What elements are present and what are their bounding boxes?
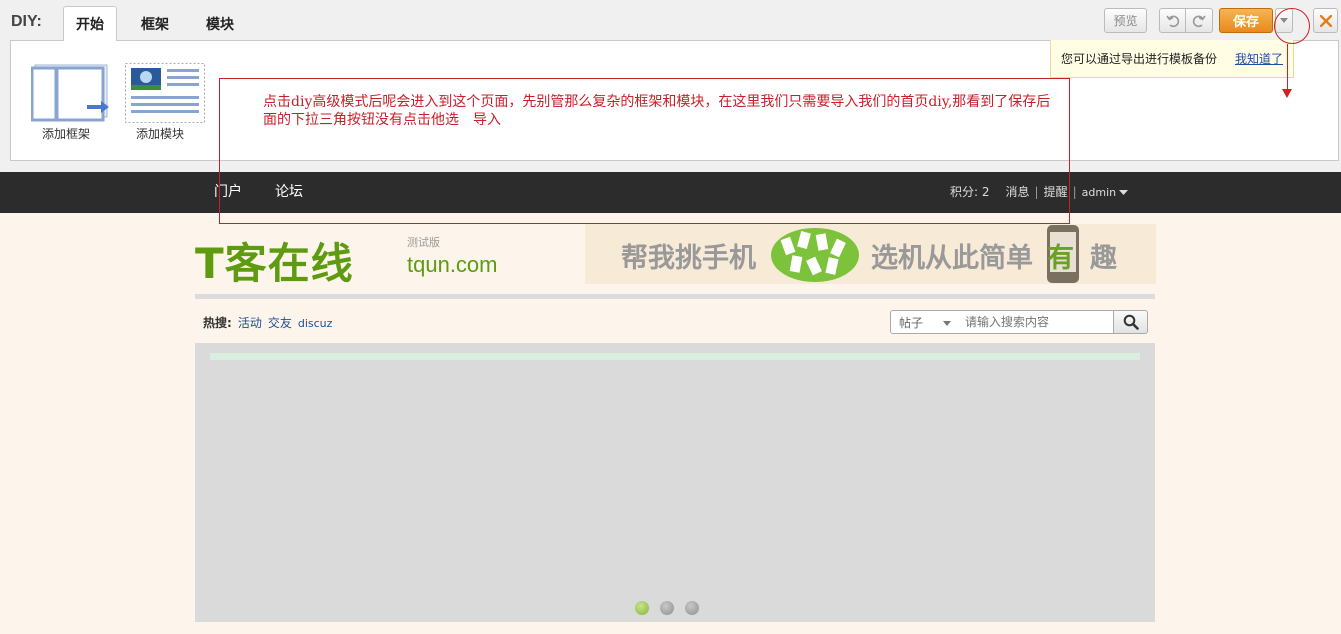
hot-link[interactable]: 交友 (268, 316, 292, 330)
undo-icon (1165, 15, 1179, 27)
annotation-circle (1274, 8, 1310, 44)
logo-domain: tqun.com (407, 252, 498, 277)
redo-icon (1192, 15, 1206, 27)
annotation-arrow (1287, 44, 1288, 90)
phone-cluster-icon (771, 228, 859, 282)
banner-text: 选机从此简单 (871, 243, 1033, 274)
tab-label: 框架 (141, 16, 169, 33)
caret-down-icon (1119, 189, 1129, 195)
tab-start[interactable]: 开始 (63, 6, 117, 41)
hot-link[interactable]: 活动 (238, 316, 262, 330)
logo-badge: 测试版 (407, 236, 440, 249)
redo-button[interactable] (1186, 8, 1213, 33)
close-button[interactable] (1313, 8, 1338, 33)
site-logo[interactable]: T客在线 测试版 tqun.com (195, 224, 515, 288)
preview-label: 预览 (1113, 14, 1138, 28)
search-icon (1123, 314, 1139, 330)
save-button[interactable]: 保存 (1219, 8, 1273, 33)
search-type-select[interactable]: 帖子 (899, 314, 923, 331)
annotation-arrow-head (1282, 89, 1292, 98)
tab-label: 模块 (206, 16, 234, 33)
search-input[interactable] (963, 313, 1109, 331)
add-frame-label: 添加框架 (41, 127, 90, 141)
ad-banner[interactable]: 帮我挑手机 选机从此简单 有 趣 (585, 224, 1156, 284)
annotation-text: 点击diy高级模式后呢会进入到这个页面，先别管那么复杂的框架和模块，在这里我们只… (263, 94, 1051, 128)
backup-tip: 您可以通过导出进行模板备份 我知道了 (1050, 40, 1294, 78)
undo-button[interactable] (1159, 8, 1186, 33)
hot-search-label: 热搜: (203, 316, 232, 330)
banner-text: 帮我挑手机 (621, 243, 756, 274)
banner-text: 有 (1047, 243, 1074, 274)
close-icon (1319, 14, 1332, 27)
search-box: 帖子 (890, 310, 1114, 334)
frame-icon (31, 64, 109, 122)
logo-main-text: T客在线 (195, 239, 354, 288)
add-module-label: 添加模块 (135, 127, 184, 141)
separator: | (1072, 185, 1077, 199)
hot-search: 热搜: 活动 交友 discuz (203, 314, 332, 331)
preview-button[interactable]: 预览 (1104, 8, 1147, 33)
slide-dot[interactable] (660, 601, 674, 615)
save-label: 保存 (1232, 15, 1259, 30)
search-button[interactable] (1113, 310, 1148, 334)
slide-dot[interactable] (635, 601, 649, 615)
user-menu[interactable]: admin (1082, 186, 1116, 199)
annotation-box: 点击diy高级模式后呢会进入到这个页面，先别管那么复杂的框架和模块，在这里我们只… (219, 78, 1070, 224)
tip-text: 您可以通过导出进行模板备份 (1061, 52, 1218, 66)
tab-module[interactable]: 模块 (193, 6, 247, 41)
add-module-tool[interactable]: 添加模块 (120, 61, 205, 143)
hot-link[interactable]: discuz (298, 317, 333, 330)
slide-title-bar (210, 353, 1140, 360)
slide-dot[interactable] (685, 601, 699, 615)
tab-frame[interactable]: 框架 (128, 6, 182, 41)
slideshow (195, 343, 1155, 622)
header-divider (195, 294, 1155, 299)
caret-down-icon (943, 321, 951, 326)
add-frame-tool[interactable]: 添加框架 (26, 61, 109, 143)
banner-text: 趣 (1090, 243, 1117, 274)
tip-dismiss-link[interactable]: 我知道了 (1235, 50, 1283, 67)
module-icon (125, 63, 205, 123)
diy-label: DIY: (11, 13, 42, 30)
tab-label: 开始 (76, 17, 104, 33)
